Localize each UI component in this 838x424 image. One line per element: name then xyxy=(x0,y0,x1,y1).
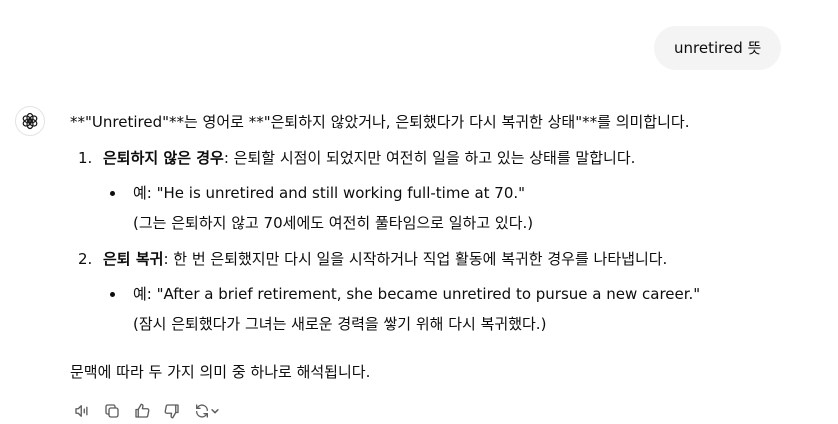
list-number: 2. xyxy=(78,250,93,268)
list-number: 1. xyxy=(78,149,93,167)
thumbs-down-button[interactable] xyxy=(162,401,182,421)
message-actions xyxy=(72,401,222,421)
example-translation: (그는 은퇴하지 않고 70세에도 여전히 풀타임으로 일하고 있다.) xyxy=(133,214,534,232)
example-block: 예: "After a brief retirement, she became… xyxy=(70,282,830,336)
assistant-message: **"Unretired"**는 영어로 **"은퇴하지 않았거나, 은퇴했다가… xyxy=(70,110,830,384)
example-block: 예: "He is unretired and still working fu… xyxy=(70,181,830,235)
read-aloud-icon xyxy=(75,405,88,417)
list-item: 2. 은퇴 복귀: 한 번 은퇴했지만 다시 일을 시작하거나 직업 활동에 복… xyxy=(70,247,830,271)
chat-page: unretired 뜻 **"Unretired"**는 영어로 **"은퇴하지… xyxy=(0,0,838,424)
bullet-dot xyxy=(110,191,115,196)
answer-conclusion: 문맥에 따라 두 가지 의미 중 하나로 해석됩니다. xyxy=(70,363,371,381)
bullet-dot xyxy=(110,292,115,297)
list-description: : 은퇴할 시점이 되었지만 여전히 일을 하고 있는 상태를 말합니다. xyxy=(223,149,636,167)
chevron-down-icon xyxy=(211,409,219,414)
thumbs-down-icon xyxy=(164,404,179,419)
list-description: : 한 번 은퇴했지만 다시 일을 시작하거나 직업 활동에 복귀한 경우를 나… xyxy=(163,250,668,268)
regenerate-button[interactable] xyxy=(192,401,222,421)
answer-intro: **"Unretired"**는 영어로 **"은퇴하지 않았거나, 은퇴했다가… xyxy=(70,113,690,131)
list-item: 1. 은퇴하지 않은 경우: 은퇴할 시점이 되었지만 여전히 일을 하고 있는… xyxy=(70,146,830,170)
user-message-bubble: unretired 뜻 xyxy=(654,26,782,70)
example-sentence: 예: "He is unretired and still working fu… xyxy=(133,184,526,202)
assistant-logo-icon xyxy=(15,106,45,136)
example-sentence: 예: "After a brief retirement, she became… xyxy=(133,285,701,303)
thumbs-up-icon xyxy=(135,403,150,418)
copy-button[interactable] xyxy=(102,401,122,421)
example-translation: (잠시 은퇴했다가 그녀는 새로운 경력을 쌓기 위해 다시 복귀했다.) xyxy=(133,315,547,333)
copy-icon xyxy=(105,404,119,418)
regenerate-icon xyxy=(196,404,208,418)
thumbs-up-button[interactable] xyxy=(132,401,152,421)
read-aloud-button[interactable] xyxy=(72,401,92,421)
list-term: 은퇴 복귀 xyxy=(103,250,164,268)
list-term: 은퇴하지 않은 경우 xyxy=(103,149,224,167)
